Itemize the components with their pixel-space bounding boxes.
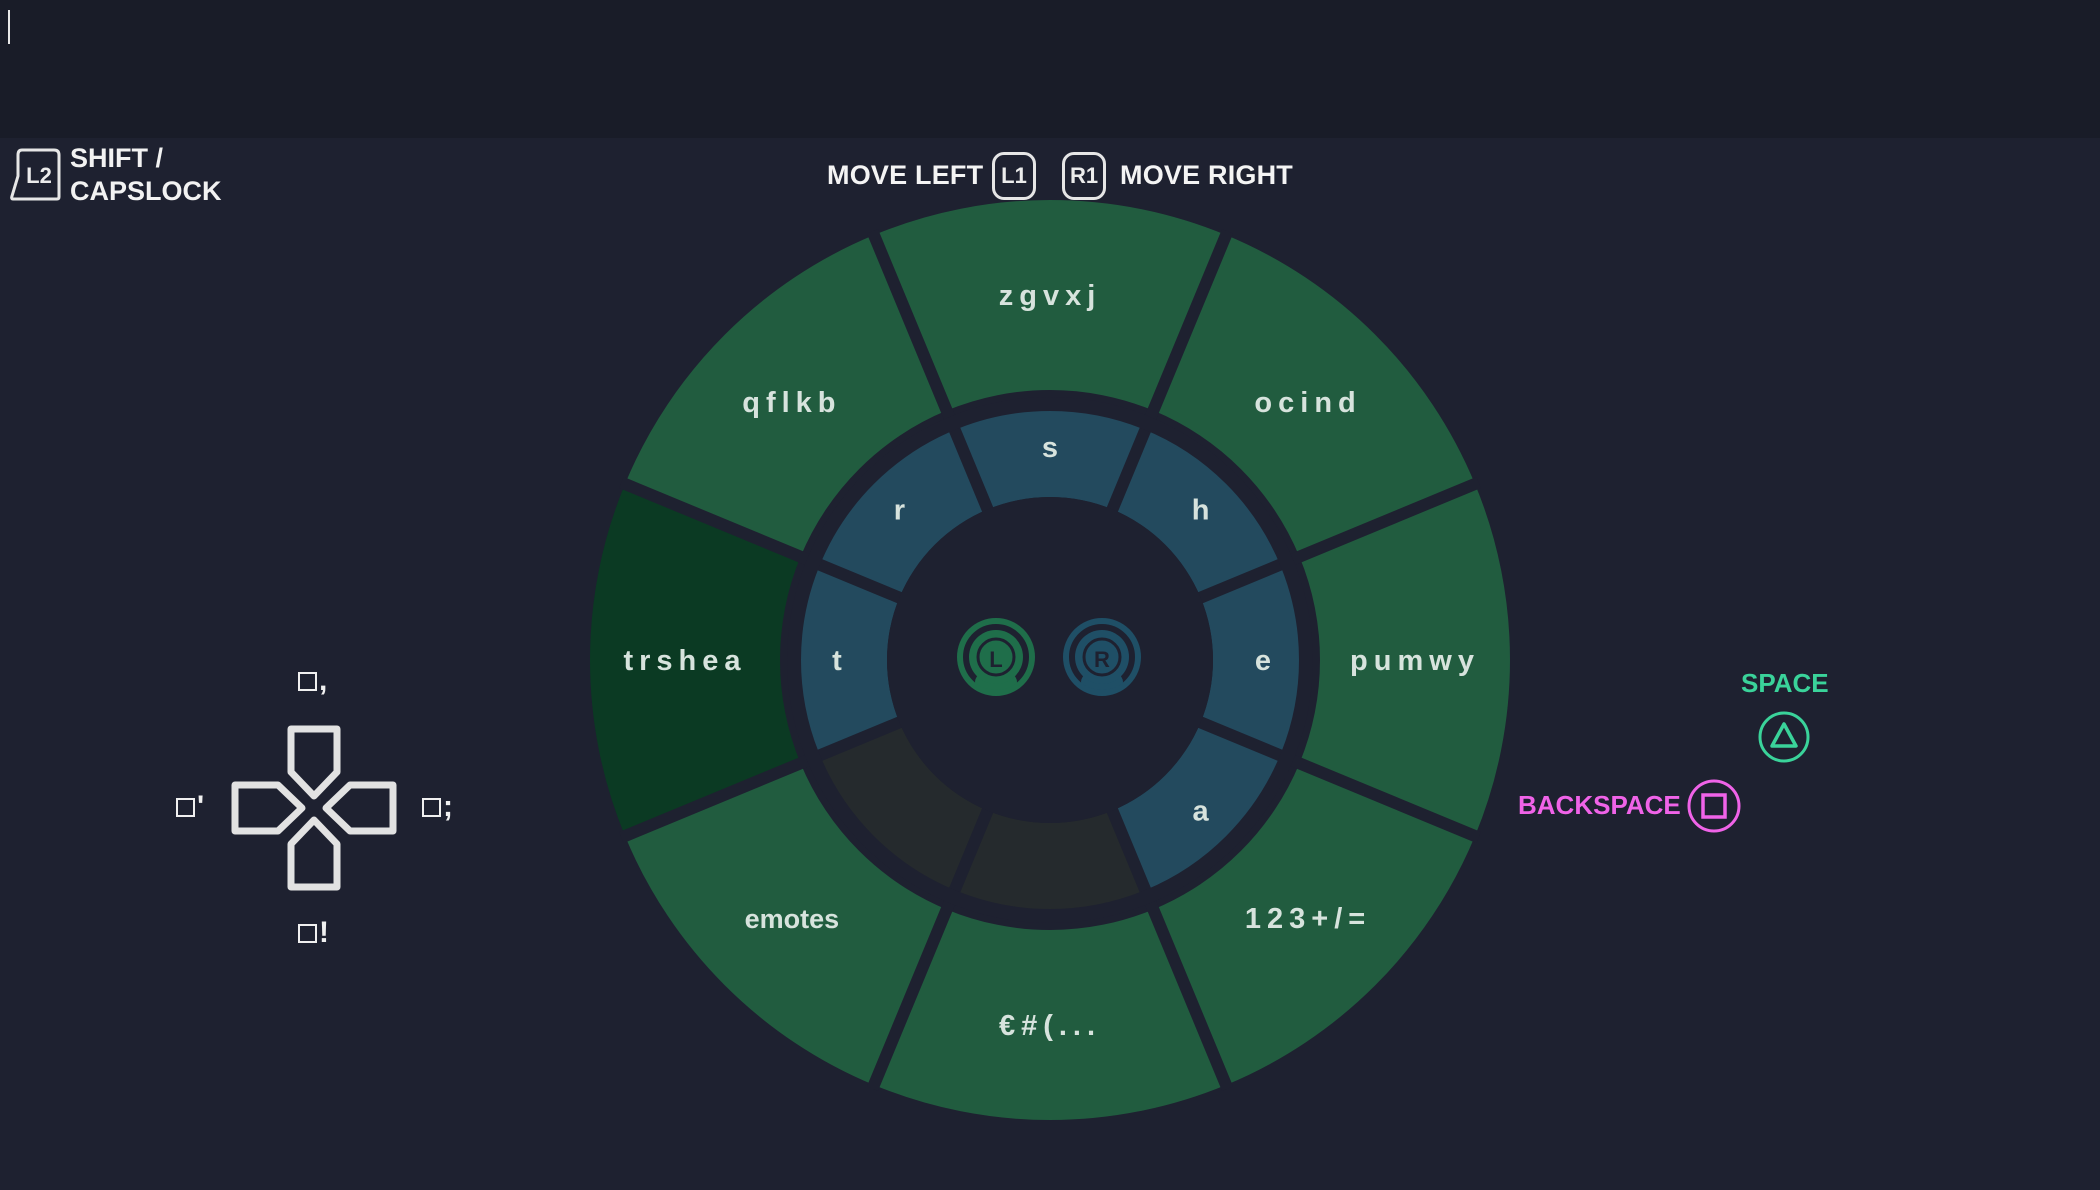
left-stick-icon-label: L	[989, 647, 1002, 672]
backspace-label: BACKSPACE	[1518, 790, 1681, 820]
inner-key-label: a	[1193, 796, 1210, 828]
outer-segment-label: zgvxj	[999, 280, 1102, 312]
outer-segment-label: ocind	[1254, 387, 1361, 419]
shift-capslock-label: SHIFT / CAPSLOCK	[70, 142, 222, 208]
inner-key-label: h	[1192, 494, 1210, 526]
text-input-area[interactable]	[0, 0, 2100, 138]
outer-segment-label: €#(...	[999, 1010, 1101, 1042]
dpad-down-char: !	[319, 916, 329, 949]
dpad-right-hint: ;	[422, 790, 453, 824]
space-label: SPACE	[1741, 668, 1829, 698]
outer-segment-label: pumwy	[1350, 645, 1480, 677]
dpad-left-char: '	[197, 790, 205, 823]
dpad-up-hint: ,	[298, 664, 327, 698]
square-icon	[298, 923, 317, 943]
shift-label-line1: SHIFT /	[70, 143, 163, 173]
inner-key-label: r	[894, 494, 905, 526]
l2-button-label: L2	[26, 163, 52, 188]
move-right-label: MOVE RIGHT	[1120, 160, 1294, 190]
square-icon	[422, 797, 441, 817]
dpad-up-char: ,	[319, 664, 328, 697]
dpad-up-icon[interactable]	[287, 725, 341, 800]
dpad	[228, 722, 400, 894]
shift-label-line2: CAPSLOCK	[70, 176, 222, 206]
dpad-right-icon[interactable]	[322, 781, 397, 835]
triangle-icon[interactable]	[1757, 710, 1811, 764]
square-icon	[176, 797, 195, 817]
square-button-icon[interactable]	[1686, 778, 1742, 834]
outer-segment-label: emotes	[745, 904, 840, 934]
move-left-label: MOVE LEFT	[827, 160, 984, 190]
dpad-left-icon[interactable]	[231, 781, 306, 835]
outer-segment-label: qflkb	[742, 387, 841, 419]
dpad-down-hint: !	[298, 916, 329, 950]
dpad-icon	[231, 725, 397, 891]
radial-keyboard: zgvxjocindpumwy123+/=€#(...emotestrsheaq…	[590, 200, 1510, 1120]
r1-button-icon[interactable]: R1	[1062, 152, 1106, 200]
outer-segment-label: 123+/=	[1245, 903, 1371, 935]
dpad-down-icon[interactable]	[287, 816, 341, 891]
inner-key-label: t	[832, 645, 842, 677]
dpad-right-char: ;	[443, 790, 453, 823]
l2-trigger-icon: L2	[10, 148, 61, 201]
inner-key-label: e	[1255, 645, 1271, 677]
dpad-left-hint: '	[176, 790, 204, 824]
wheel-center	[887, 497, 1213, 823]
outer-segment-label: trshea	[623, 645, 746, 677]
l1-button-icon[interactable]: L1	[992, 152, 1036, 200]
right-stick-icon-label: R	[1094, 647, 1110, 672]
text-caret	[8, 10, 10, 44]
inner-key-label: s	[1042, 432, 1058, 464]
square-icon	[298, 671, 317, 691]
